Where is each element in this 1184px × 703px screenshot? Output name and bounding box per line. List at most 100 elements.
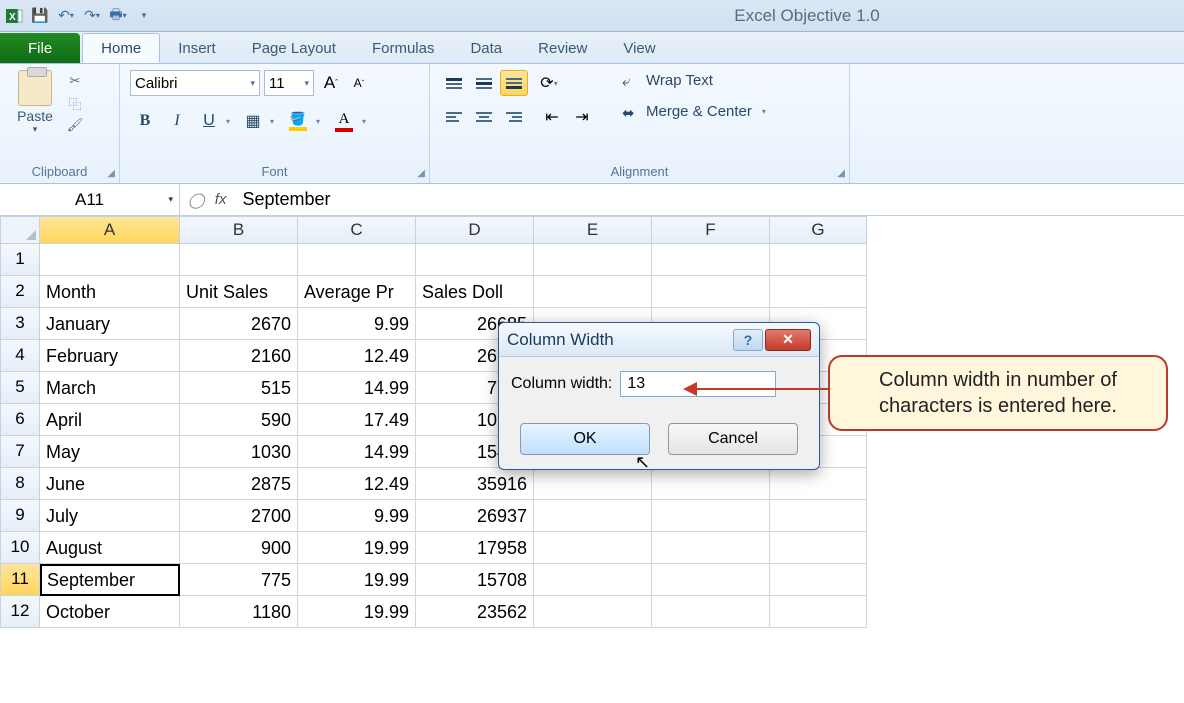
align-middle-button[interactable] bbox=[470, 70, 498, 96]
format-painter-icon[interactable]: 🖌 bbox=[64, 116, 86, 134]
row-head-5[interactable]: 5 bbox=[0, 372, 40, 404]
qat-customize-icon[interactable]: ▾ bbox=[134, 6, 154, 26]
align-top-button[interactable] bbox=[440, 70, 468, 96]
cell[interactable]: 12.49 bbox=[298, 468, 416, 500]
cell[interactable]: Month bbox=[40, 276, 180, 308]
cell[interactable]: May bbox=[40, 436, 180, 468]
cell[interactable] bbox=[40, 244, 180, 276]
cell[interactable]: 17.49 bbox=[298, 404, 416, 436]
save-icon[interactable]: 💾 bbox=[30, 6, 50, 26]
cell[interactable]: June bbox=[40, 468, 180, 500]
select-all-corner[interactable] bbox=[0, 216, 40, 244]
tab-review[interactable]: Review bbox=[520, 33, 605, 63]
row-head-11[interactable]: 11 bbox=[0, 564, 40, 596]
orientation-button[interactable]: ⟳▾ bbox=[538, 70, 566, 96]
cell[interactable]: 14.99 bbox=[298, 436, 416, 468]
excel-icon[interactable]: X bbox=[4, 6, 24, 26]
font-size-combo[interactable]: 11▾ bbox=[264, 70, 314, 96]
grow-font-button[interactable]: Aˆ bbox=[318, 70, 344, 96]
cut-icon[interactable]: ✂ bbox=[64, 72, 86, 90]
cell[interactable]: January bbox=[40, 308, 180, 340]
row-head-1[interactable]: 1 bbox=[0, 244, 40, 276]
cell[interactable] bbox=[770, 244, 867, 276]
cell[interactable]: 2875 bbox=[180, 468, 298, 500]
cell[interactable]: 35916 bbox=[416, 468, 534, 500]
cell[interactable] bbox=[534, 244, 652, 276]
cell[interactable] bbox=[534, 564, 652, 596]
cell[interactable]: Average Pr bbox=[298, 276, 416, 308]
cell[interactable] bbox=[652, 500, 770, 532]
cell[interactable]: August bbox=[40, 532, 180, 564]
row-head-3[interactable]: 3 bbox=[0, 308, 40, 340]
cancel-formula-icon[interactable]: ◯ bbox=[188, 191, 205, 209]
cell[interactable]: 15708 bbox=[416, 564, 534, 596]
quick-print-icon[interactable]: 🖶▾ bbox=[108, 6, 128, 26]
cell[interactable]: 900 bbox=[180, 532, 298, 564]
cell[interactable]: October bbox=[40, 596, 180, 628]
border-button[interactable]: ▦ bbox=[238, 108, 268, 134]
fill-color-button[interactable]: 🪣 bbox=[282, 108, 314, 134]
fx-icon[interactable]: fx bbox=[215, 191, 227, 208]
cell[interactable] bbox=[534, 532, 652, 564]
clipboard-launcher-icon[interactable]: ◢ bbox=[107, 168, 115, 179]
col-head-C[interactable]: C bbox=[298, 216, 416, 244]
redo-icon[interactable]: ↷▾ bbox=[82, 6, 102, 26]
cell[interactable]: 14.99 bbox=[298, 372, 416, 404]
col-head-A[interactable]: A bbox=[40, 216, 180, 244]
cell[interactable] bbox=[770, 500, 867, 532]
col-head-E[interactable]: E bbox=[534, 216, 652, 244]
row-head-9[interactable]: 9 bbox=[0, 500, 40, 532]
alignment-launcher-icon[interactable]: ◢ bbox=[837, 168, 845, 179]
cell[interactable] bbox=[770, 532, 867, 564]
cell[interactable]: 1030 bbox=[180, 436, 298, 468]
wrap-text-button[interactable]: ⤶Wrap Text bbox=[616, 70, 778, 91]
tab-formulas[interactable]: Formulas bbox=[354, 33, 453, 63]
row-head-7[interactable]: 7 bbox=[0, 436, 40, 468]
cell[interactable] bbox=[652, 532, 770, 564]
cell[interactable] bbox=[652, 564, 770, 596]
formula-content[interactable]: September bbox=[234, 189, 330, 210]
cell[interactable]: 2160 bbox=[180, 340, 298, 372]
cell[interactable]: April bbox=[40, 404, 180, 436]
row-head-4[interactable]: 4 bbox=[0, 340, 40, 372]
cell[interactable] bbox=[652, 596, 770, 628]
cell[interactable] bbox=[770, 596, 867, 628]
align-bottom-button[interactable] bbox=[500, 70, 528, 96]
align-center-button[interactable] bbox=[470, 104, 498, 130]
paste-button[interactable]: Paste ▾ bbox=[10, 70, 60, 135]
cell[interactable] bbox=[652, 244, 770, 276]
tab-file[interactable]: File bbox=[0, 33, 80, 63]
tab-data[interactable]: Data bbox=[452, 33, 520, 63]
col-head-G[interactable]: G bbox=[770, 216, 867, 244]
align-left-button[interactable] bbox=[440, 104, 468, 130]
align-right-button[interactable] bbox=[500, 104, 528, 130]
cell[interactable]: 26937 bbox=[416, 500, 534, 532]
font-color-button[interactable]: A bbox=[328, 108, 360, 134]
cell[interactable] bbox=[770, 468, 867, 500]
col-head-B[interactable]: B bbox=[180, 216, 298, 244]
cell[interactable]: 515 bbox=[180, 372, 298, 404]
cancel-button[interactable]: Cancel bbox=[668, 423, 798, 455]
increase-indent-button[interactable]: ⇥ bbox=[568, 104, 596, 130]
row-head-8[interactable]: 8 bbox=[0, 468, 40, 500]
cell[interactable] bbox=[180, 244, 298, 276]
cell[interactable]: 9.99 bbox=[298, 500, 416, 532]
cell[interactable] bbox=[416, 244, 534, 276]
cell[interactable]: 2700 bbox=[180, 500, 298, 532]
cell[interactable] bbox=[534, 468, 652, 500]
row-head-12[interactable]: 12 bbox=[0, 596, 40, 628]
cell[interactable] bbox=[534, 596, 652, 628]
merge-center-button[interactable]: ⬌Merge & Center▾ bbox=[616, 101, 778, 122]
cell[interactable]: 590 bbox=[180, 404, 298, 436]
cell[interactable]: 1180 bbox=[180, 596, 298, 628]
cell[interactable] bbox=[534, 500, 652, 532]
cell[interactable] bbox=[652, 468, 770, 500]
underline-button[interactable]: U bbox=[194, 108, 224, 134]
cell[interactable]: 9.99 bbox=[298, 308, 416, 340]
dialog-help-button[interactable]: ? bbox=[733, 329, 763, 351]
decrease-indent-button[interactable]: ⇤ bbox=[538, 104, 566, 130]
font-name-combo[interactable]: Calibri▾ bbox=[130, 70, 260, 96]
italic-button[interactable]: I bbox=[162, 108, 192, 134]
cell[interactable]: 12.49 bbox=[298, 340, 416, 372]
cell[interactable] bbox=[770, 276, 867, 308]
